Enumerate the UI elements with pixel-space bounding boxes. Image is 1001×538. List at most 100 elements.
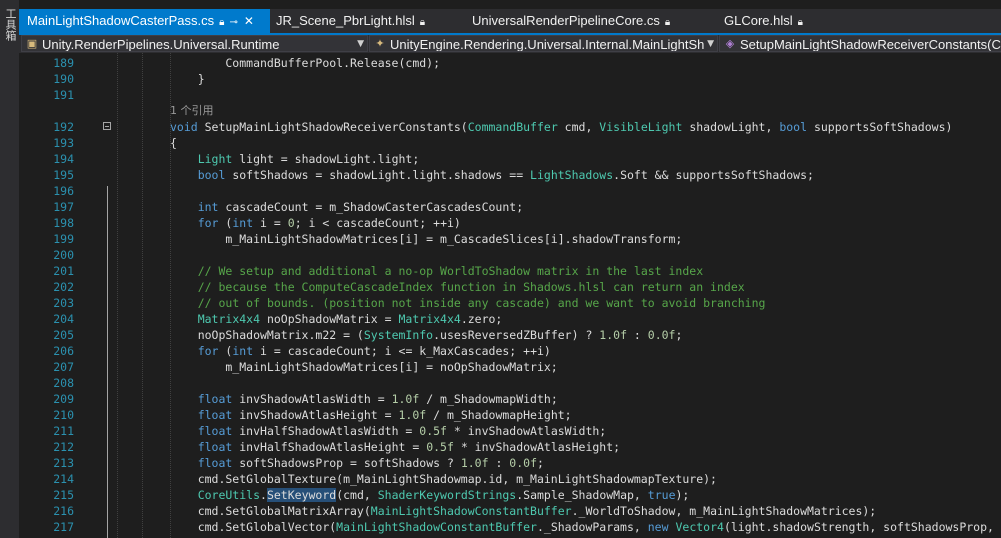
code-text: CommandBufferPool.Release(cmd); (170, 55, 440, 71)
code-text: for (int i = 0; i < cascadeCount; ++i) (170, 215, 461, 231)
code-line[interactable]: 198 for (int i = 0; i < cascadeCount; ++… (19, 215, 1001, 231)
reference-count-link[interactable]: 1 个引用 (170, 103, 214, 119)
code-line[interactable]: 194 Light light = shadowLight.light; (19, 151, 1001, 167)
line-number: 202 (53, 280, 74, 294)
code-line[interactable]: 217 cmd.SetGlobalVector(MainLightShadowC… (19, 519, 1001, 535)
code-token: Light (197, 152, 233, 166)
code-line[interactable]: 211 float invHalfShadowAtlasWidth = 0.5f… (19, 423, 1001, 439)
line-number: 190 (53, 72, 74, 86)
project-dropdown[interactable]: ▣ Unity.RenderPipelines.Universal.Runtime… (21, 35, 368, 52)
code-text: bool softShadows = shadowLight.light.sha… (170, 167, 814, 183)
code-line[interactable]: 205 noOpShadowMatrix.m22 = (SystemInfo.u… (19, 327, 1001, 343)
pin-icon[interactable]: ⊸ (229, 17, 237, 28)
code-line[interactable]: 193 { (19, 135, 1001, 151)
line-number: 198 (53, 216, 74, 230)
code-token: 1.0f (599, 328, 627, 342)
line-number: 196 (53, 184, 74, 198)
code-token: cmd, (557, 120, 600, 134)
code-line[interactable]: 203 // out of bounds. (position not insi… (19, 295, 1001, 311)
csharp-project-icon: ▣ (26, 37, 38, 50)
code-token: LightShadows (530, 168, 614, 182)
code-text: // We setup and additional a no-op World… (170, 263, 703, 279)
type-dropdown[interactable]: ✦ UnityEngine.Rendering.Universal.Interna… (369, 35, 718, 52)
lock-icon: 🔒︎ (797, 17, 803, 28)
code-line[interactable]: 196 (19, 183, 1001, 199)
tab-universalrenderpipelinecore[interactable]: UniversalRenderPipelineCore.cs 🔒︎ (472, 9, 692, 33)
code-line[interactable]: 206 for (int i = cascadeCount; i <= k_Ma… (19, 343, 1001, 359)
code-text: float invShadowAtlasHeight = 1.0f / m_Sh… (170, 407, 572, 423)
line-number: 205 (53, 328, 74, 342)
line-number: 192 (53, 120, 74, 134)
code-editor[interactable]: 189 CommandBufferPool.Release(cmd); 190 }… (19, 53, 1001, 538)
code-token: i = cascadeCount; i <= k_MaxCascades; ++… (253, 344, 551, 358)
code-line[interactable]: 212 float invHalfShadowAtlasHeight = 0.5… (19, 439, 1001, 455)
code-line[interactable]: 209 float invShadowAtlasWidth = 1.0f / m… (19, 391, 1001, 407)
line-number: 201 (53, 264, 74, 278)
method-icon: ◈ (725, 37, 735, 50)
code-text: int cascadeCount = m_ShadowCasterCascade… (170, 199, 523, 215)
code-line[interactable]: 192 void SetupMainLightShadowReceiverCons… (19, 119, 1001, 135)
code-token: ; (537, 456, 544, 470)
code-token: .usesReversedZBuffer) ? (433, 328, 600, 342)
code-line[interactable]: 191 (19, 87, 1001, 103)
toolbox-side-panel[interactable]: 工具箱 (0, 0, 19, 538)
code-line[interactable]: 208 (19, 375, 1001, 391)
code-token: cmd.SetGlobalTexture(m_MainLightShadowma… (170, 472, 717, 486)
code-text: float invHalfShadowAtlasHeight = 0.5f * … (170, 439, 620, 455)
code-line[interactable]: 216 cmd.SetGlobalMatrixArray(MainLightSh… (19, 503, 1001, 519)
code-line[interactable]: 195 bool softShadows = shadowLight.light… (19, 167, 1001, 183)
code-text: cmd.SetGlobalMatrixArray(MainLightShadow… (170, 503, 877, 519)
type-name: UnityEngine.Rendering.Universal.Internal… (390, 37, 705, 52)
code-token: .Sample_ShadowMap, (516, 488, 648, 502)
code-line[interactable]: 207 m_MainLightShadowMatrices[i] = noOpS… (19, 359, 1001, 375)
member-dropdown[interactable]: ◈ SetupMainLightShadowReceiverConstants(C… (719, 35, 1001, 52)
code-token: true (647, 488, 676, 502)
code-token: CommandBufferPool.Release(cmd); (170, 56, 441, 70)
line-number: 214 (53, 472, 74, 486)
code-line[interactable]: 213 float softShadowsProp = softShadows … (19, 455, 1001, 471)
code-text: noOpShadowMatrix.m22 = (SystemInfo.usesR… (170, 327, 683, 343)
tab-glcore[interactable]: GLCore.hlsl 🔒︎ (724, 9, 844, 33)
code-line[interactable]: 200 (19, 247, 1001, 263)
tab-mainlightshadowcasterpass[interactable]: MainLightShadowCasterPass.cs 🔒︎ ⊸ ✕ (19, 9, 270, 33)
code-token: softShadowsProp = softShadows ? (232, 456, 461, 470)
code-line[interactable]: 214 cmd.SetGlobalTexture(m_MainLightShad… (19, 471, 1001, 487)
toolbox-label[interactable]: 工具箱 (2, 8, 17, 41)
code-token: 1.0f (391, 392, 420, 406)
code-line[interactable]: 210 float invShadowAtlasHeight = 1.0f / … (19, 407, 1001, 423)
close-icon[interactable]: ✕ (244, 14, 254, 28)
code-line[interactable]: 190 } (19, 71, 1001, 87)
code-line[interactable]: 215 CoreUtils.SetKeyword(cmd, ShaderKeyw… (19, 487, 1001, 503)
collapse-icon[interactable] (103, 122, 111, 130)
code-line[interactable]: 197 int cascadeCount = m_ShadowCasterCas… (19, 199, 1001, 215)
code-token: cascadeCount = m_ShadowCasterCascadesCou… (218, 200, 524, 214)
code-text: for (int i = cascadeCount; i <= k_MaxCas… (170, 343, 551, 359)
code-line[interactable]: 201 // We setup and additional a no-op W… (19, 263, 1001, 279)
code-token: supportsSoftShadows) (807, 120, 953, 134)
code-token: ShaderKeywordStrings (377, 488, 517, 502)
code-token: for (197, 216, 219, 230)
line-number: 215 (53, 488, 74, 502)
line-number: 211 (53, 424, 74, 438)
code-line[interactable]: 202 // because the ComputeCascadeIndex f… (19, 279, 1001, 295)
chevron-down-icon: ▼ (357, 39, 364, 49)
code-line[interactable]: 189 CommandBufferPool.Release(cmd); (19, 55, 1001, 71)
code-token: Matrix4x4 (197, 312, 261, 326)
tab-jr-scene-pbrlight[interactable]: JR_Scene_PbrLight.hlsl 🔒︎ (276, 9, 456, 33)
code-token: int (232, 216, 254, 230)
code-token: invShadowAtlasHeight = (232, 408, 399, 422)
tab-label: JR_Scene_PbrLight.hlsl (276, 13, 415, 28)
code-line[interactable]: 204 Matrix4x4 noOpShadowMatrix = Matrix4… (19, 311, 1001, 327)
code-line[interactable]: 199 m_MainLightShadowMatrices[i] = m_Cas… (19, 231, 1001, 247)
code-token: m_MainLightShadowMatrices[i] = noOpShado… (170, 360, 558, 374)
reference-codelens[interactable]: 1 个引用 (19, 103, 1001, 119)
line-number: 217 (53, 520, 74, 534)
lock-icon: 🔒︎ (419, 17, 426, 28)
code-token: invHalfShadowAtlasWidth = (232, 424, 420, 438)
